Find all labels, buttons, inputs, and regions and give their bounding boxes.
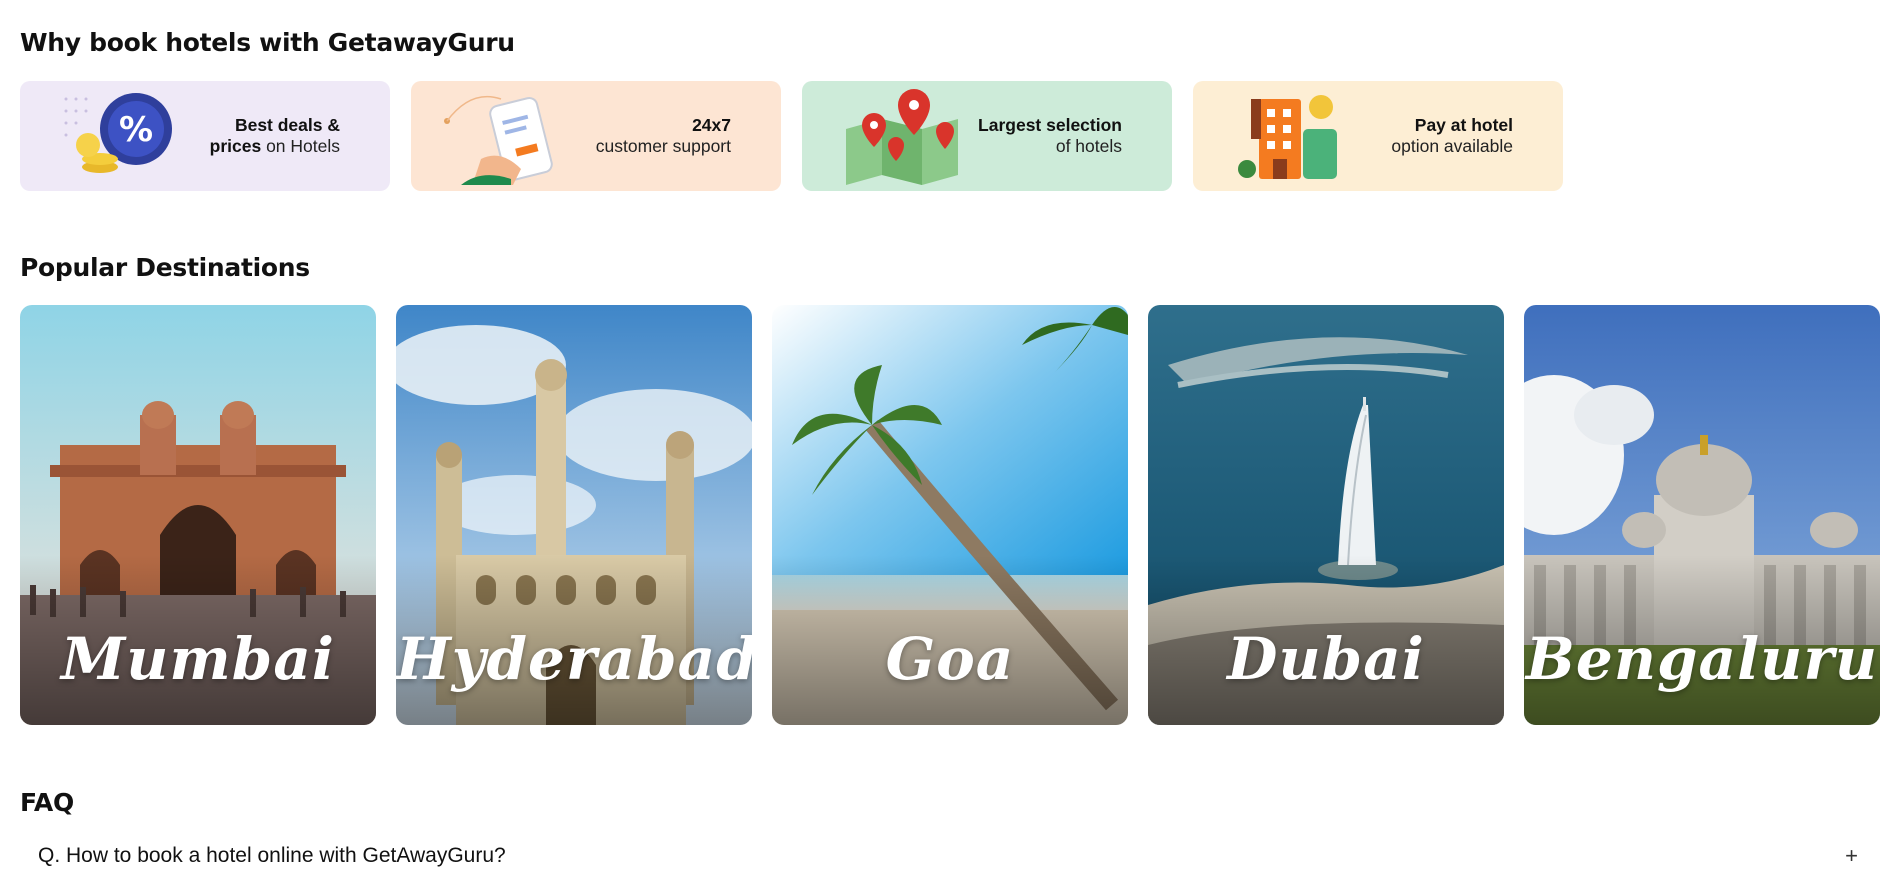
destination-card-mumbai[interactable]: Mumbai — [20, 305, 376, 725]
destination-name: Goa — [885, 625, 1015, 693]
feature-text: Best deals & prices on Hotels — [209, 115, 340, 156]
destination-name: Hyderabad — [396, 625, 752, 693]
faq-heading: FAQ — [20, 788, 74, 817]
destination-name: Dubai — [1227, 625, 1425, 693]
phone-in-hand-icon — [441, 89, 561, 189]
destinations-row: Mumbai Hyderabad Goa Dubai Bengaluru — [20, 305, 1880, 725]
hotel-building-icon — [1233, 89, 1353, 185]
features-row: % Best deals & prices on Hotels 24x7 cus… — [20, 81, 1563, 191]
destination-card-goa[interactable]: Goa — [772, 305, 1128, 725]
destination-card-hyderabad[interactable]: Hyderabad — [396, 305, 752, 725]
faq-item[interactable]: Q. How to book a hotel online with GetAw… — [38, 843, 1858, 869]
feature-text: 24x7 customer support — [595, 115, 731, 156]
destination-card-bengaluru[interactable]: Bengaluru — [1524, 305, 1880, 725]
feature-card-selection[interactable]: Largest selection of hotels — [802, 81, 1172, 191]
feature-card-pay-at-hotel[interactable]: Pay at hotel option available — [1193, 81, 1563, 191]
popular-destinations-heading: Popular Destinations — [20, 253, 310, 282]
svg-text:%: % — [119, 110, 153, 150]
destination-card-dubai[interactable]: Dubai — [1148, 305, 1504, 725]
expand-plus-icon[interactable]: + — [1845, 843, 1858, 869]
destination-name: Mumbai — [61, 625, 335, 693]
feature-card-best-deals[interactable]: % Best deals & prices on Hotels — [20, 81, 390, 191]
why-book-heading: Why book hotels with GetawayGuru — [20, 28, 515, 57]
faq-question: Q. How to book a hotel online with GetAw… — [38, 844, 506, 867]
discount-badge-icon: % — [60, 89, 180, 185]
destination-name: Bengaluru — [1525, 625, 1879, 693]
feature-text: Pay at hotel option available — [1391, 115, 1513, 156]
feature-text: Largest selection of hotels — [978, 115, 1122, 156]
feature-card-support[interactable]: 24x7 customer support — [411, 81, 781, 191]
map-pins-icon — [842, 89, 962, 185]
